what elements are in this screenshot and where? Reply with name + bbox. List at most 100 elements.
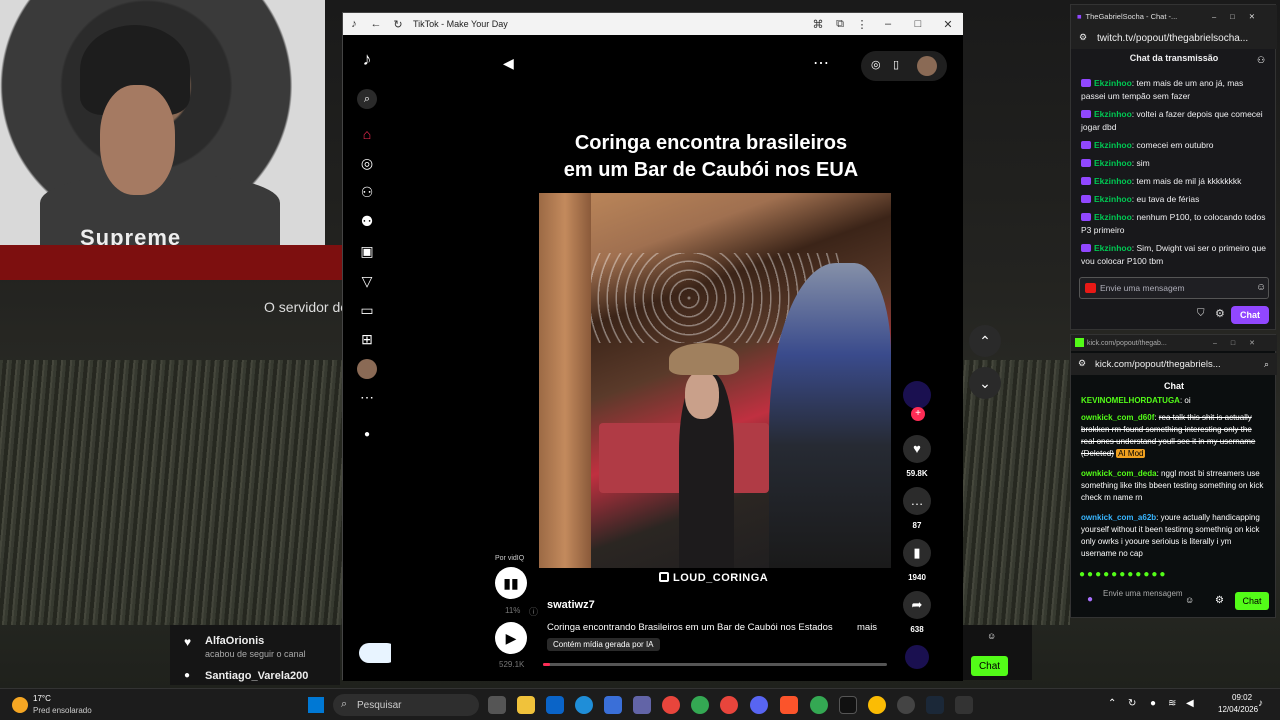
clock-time[interactable]: 09:02	[1232, 693, 1252, 702]
chat-user[interactable]: Ekzinhoo	[1094, 78, 1132, 88]
chat-user[interactable]: Ekzinhoo	[1094, 243, 1132, 253]
search-icon[interactable]: ⌕	[357, 89, 377, 109]
more-icon[interactable]: ⋯	[357, 387, 377, 407]
info-icon[interactable]: ⓘ	[529, 605, 538, 618]
following-icon[interactable]: ⚇	[357, 182, 377, 202]
emote-icon[interactable]: ☺	[1256, 282, 1266, 293]
clock-date[interactable]: 12/04/2026	[1218, 705, 1258, 714]
extensions-icon[interactable]: ⧉	[829, 18, 851, 31]
edge-icon[interactable]	[575, 696, 593, 714]
chat-user[interactable]: Ekzinhoo	[1094, 176, 1132, 186]
chat-user[interactable]: Ekzinhoo	[1094, 212, 1132, 222]
save-action[interactable]: ▮ 1940	[901, 539, 933, 582]
bookmark-icon[interactable]: ▮	[903, 539, 931, 567]
messages-icon[interactable]: ▭	[357, 300, 377, 320]
start-icon[interactable]	[308, 697, 324, 713]
weather-icon[interactable]	[12, 697, 28, 713]
site-settings-icon[interactable]: ⚙	[1078, 358, 1086, 369]
settings-icon[interactable]: ⚙	[1215, 307, 1225, 320]
author-name[interactable]: swatiwz7	[547, 599, 595, 611]
comment-icon[interactable]: …	[903, 487, 931, 515]
chrome-icon[interactable]	[662, 696, 680, 714]
window-controls[interactable]: –□✕	[1213, 339, 1269, 347]
volume-icon[interactable]: ◀	[1186, 698, 1194, 709]
chevron-up-icon[interactable]: ⌃	[1108, 698, 1116, 709]
store-icon[interactable]	[604, 696, 622, 714]
creators-icon[interactable]: ●	[357, 425, 377, 445]
vidiq-stats-button[interactable]: ▮▮	[495, 567, 527, 599]
chrome-icon[interactable]	[691, 696, 709, 714]
teams-icon[interactable]	[633, 696, 651, 714]
notifications-icon[interactable]: ♪	[1258, 698, 1263, 709]
discord-icon[interactable]	[750, 696, 768, 714]
chat-user[interactable]: ownkick_com_d60f	[1081, 413, 1154, 422]
twitch-chat-button[interactable]: Chat	[1231, 306, 1269, 324]
taskbar-search[interactable]: ⌕ Pesquisar	[333, 694, 479, 716]
compass-icon[interactable]: ◎	[871, 58, 881, 71]
weather-desc[interactable]: Pred ensolarado	[33, 706, 92, 715]
chat-user[interactable]: ownkick_com_a62b	[1081, 513, 1156, 522]
search-icon[interactable]: ⌕	[1264, 359, 1269, 370]
outlook-icon[interactable]	[546, 696, 564, 714]
activity-icon[interactable]: ▽	[357, 271, 377, 291]
background-chat-button[interactable]: Chat	[971, 656, 1008, 676]
record-icon[interactable]	[1085, 283, 1096, 293]
previous-video-button[interactable]: ⌃	[969, 325, 1001, 357]
live-icon[interactable]: ▣	[357, 241, 377, 261]
settings-icon[interactable]: ⚙	[1215, 595, 1224, 606]
tiktok-icon[interactable]	[839, 696, 857, 714]
chrome-icon[interactable]	[810, 696, 828, 714]
shield-icon[interactable]: ⛉	[1197, 308, 1205, 319]
wifi-icon[interactable]: ≋	[1168, 698, 1176, 709]
next-video-button[interactable]: ⌄	[969, 367, 1001, 399]
music-disc-icon[interactable]	[905, 645, 929, 669]
chat-user[interactable]: Ekzinhoo	[1094, 109, 1132, 119]
progress-bar[interactable]	[543, 663, 887, 666]
minimize-icon[interactable]: –	[873, 18, 903, 30]
file-explorer-icon[interactable]	[517, 696, 535, 714]
app-icon[interactable]	[955, 696, 973, 714]
maximize-icon[interactable]: □	[903, 18, 933, 30]
chrome-icon[interactable]	[868, 696, 886, 714]
kick-chat-button[interactable]: Chat	[1235, 592, 1269, 610]
play-button[interactable]: ▶	[495, 622, 527, 654]
emote-bar[interactable]: ●●●●●●●●●●●	[1079, 569, 1239, 583]
tiktok-logo-icon[interactable]: ♪	[357, 49, 377, 69]
mic-icon[interactable]: ●	[1087, 595, 1093, 605]
brave-icon[interactable]	[780, 696, 798, 714]
weather-temp[interactable]: 17°C	[33, 694, 51, 703]
menu-icon[interactable]: ⋮	[851, 18, 873, 31]
mic-icon[interactable]: ●	[1150, 698, 1156, 709]
creator-avatar[interactable]	[903, 381, 931, 409]
task-view-icon[interactable]	[488, 696, 506, 714]
share-action[interactable]: ➦ 638	[901, 591, 933, 634]
emote-icon[interactable]: ☺	[1185, 595, 1194, 605]
profile-avatar[interactable]	[357, 359, 377, 379]
video-frame[interactable]	[539, 193, 891, 568]
twitch-urlbar[interactable]: ⚙ twitch.tv/popout/thegabrielsocha...	[1071, 27, 1277, 49]
phone-icon[interactable]: ▯	[893, 58, 899, 71]
reload-icon[interactable]: ↻	[387, 18, 409, 31]
window-controls[interactable]: –□✕	[1212, 12, 1269, 21]
options-icon[interactable]: ⋯	[813, 53, 829, 73]
site-settings-icon[interactable]: ⚙	[1079, 32, 1087, 43]
translate-icon[interactable]: ⌘	[807, 18, 829, 31]
chat-user[interactable]: Ekzinhoo	[1094, 158, 1132, 168]
upload-icon[interactable]: ⊞	[357, 329, 377, 349]
users-icon[interactable]: ⚇	[1257, 55, 1265, 66]
chat-user[interactable]: Ekzinhoo	[1094, 194, 1132, 204]
obs-icon[interactable]	[897, 696, 915, 714]
follow-plus-icon[interactable]: +	[911, 407, 925, 421]
more-link[interactable]: mais	[857, 622, 877, 633]
chat-user[interactable]: Ekzinhoo	[1094, 140, 1132, 150]
share-icon[interactable]: ➦	[903, 591, 931, 619]
chat-user[interactable]: KEVINOMELHORDATUGA	[1081, 396, 1180, 405]
kick-urlbar[interactable]: ⚙ kick.com/popout/thegabriels... ⌕	[1071, 353, 1277, 375]
heart-icon[interactable]: ♥	[903, 435, 931, 463]
sync-icon[interactable]: ↻	[1128, 698, 1136, 709]
twitch-chat-input[interactable]: Envie uma mensagem ☺	[1079, 277, 1269, 299]
kick-chat-input[interactable]: ● Envie uma mensagem	[1081, 589, 1201, 613]
like-action[interactable]: ♥ 59.8K	[901, 435, 933, 478]
friends-icon[interactable]: ⚉	[357, 211, 377, 231]
close-icon[interactable]: ✕	[933, 18, 963, 31]
